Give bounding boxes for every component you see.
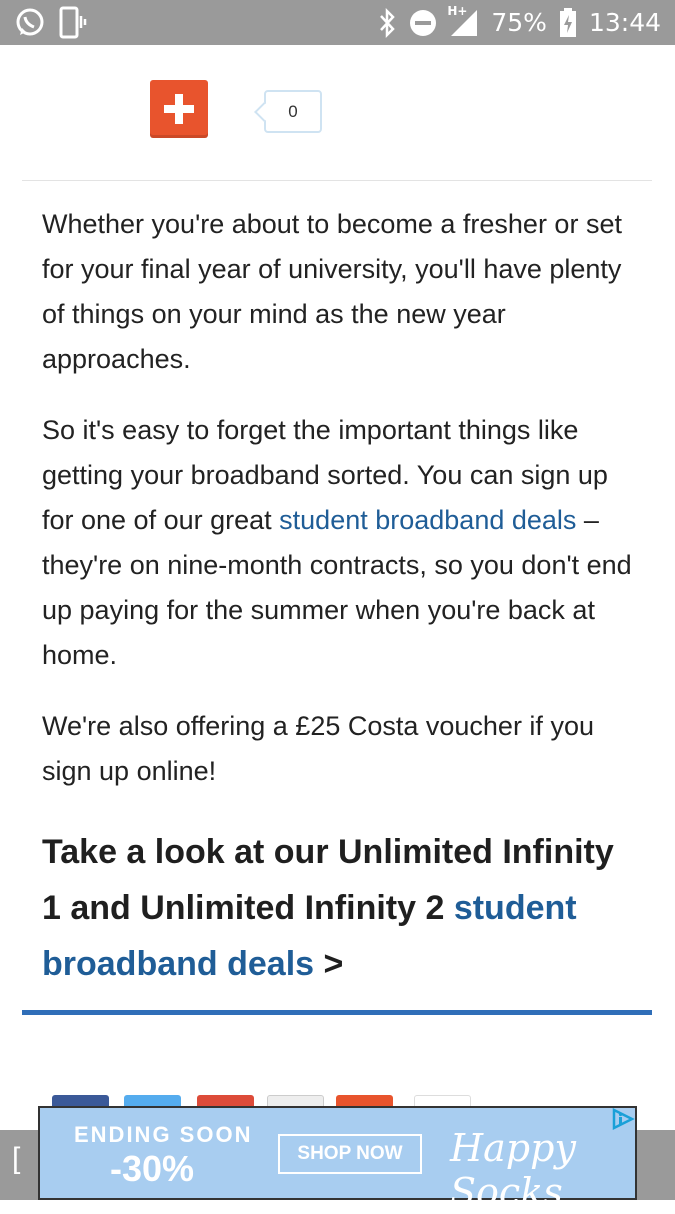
- ad-brand-logo: Happy Socks: [450, 1126, 576, 1214]
- section-rule: [22, 1010, 652, 1015]
- shop-now-button[interactable]: SHOP NOW: [278, 1134, 422, 1174]
- share-count: 0: [264, 90, 322, 133]
- paragraph-text: We're also offering a £25 Costa voucher …: [42, 711, 594, 786]
- clock: 13:44: [588, 8, 661, 37]
- article-body: Whether you're about to become a fresher…: [42, 202, 632, 992]
- cta-arrow: >: [323, 945, 344, 983]
- battery-percent: 75%: [491, 8, 547, 37]
- ad-banner[interactable]: ENDING SOON -30% SHOP NOW Happy Socks: [38, 1106, 637, 1214]
- share-plus-button[interactable]: [150, 80, 208, 138]
- whatsapp-icon: [14, 7, 46, 39]
- ad-ending-label: ENDING SOON: [74, 1122, 253, 1147]
- network-type-label: H+: [447, 3, 468, 18]
- divider: [22, 180, 652, 181]
- cta-heading: Take a look at our Unlimited Infinity 1 …: [42, 824, 632, 992]
- bluetooth-icon: [377, 7, 397, 38]
- student-broadband-deals-link[interactable]: student broadband deals: [279, 505, 576, 535]
- signal-icon: H+: [447, 4, 479, 38]
- battery-charging-icon: [559, 7, 577, 38]
- do-not-disturb-icon: [409, 9, 437, 37]
- bracket-icon: [: [12, 1142, 21, 1175]
- bottom-right-bar: [637, 1130, 675, 1200]
- paragraph-text: Whether you're about to become a fresher…: [42, 209, 622, 374]
- paragraph: We're also offering a £25 Costa voucher …: [42, 704, 632, 794]
- paragraph: So it's easy to forget the important thi…: [42, 408, 632, 678]
- paragraph: Whether you're about to become a fresher…: [42, 202, 632, 382]
- ad-discount: -30%: [110, 1148, 195, 1189]
- status-bar: H+ 75% 13:44: [0, 0, 675, 45]
- bottom-left-bar: [: [0, 1130, 38, 1200]
- plus-icon: [164, 94, 194, 124]
- ad-choices-icon[interactable]: [609, 1106, 637, 1132]
- phone-vibrate-icon: [58, 6, 88, 40]
